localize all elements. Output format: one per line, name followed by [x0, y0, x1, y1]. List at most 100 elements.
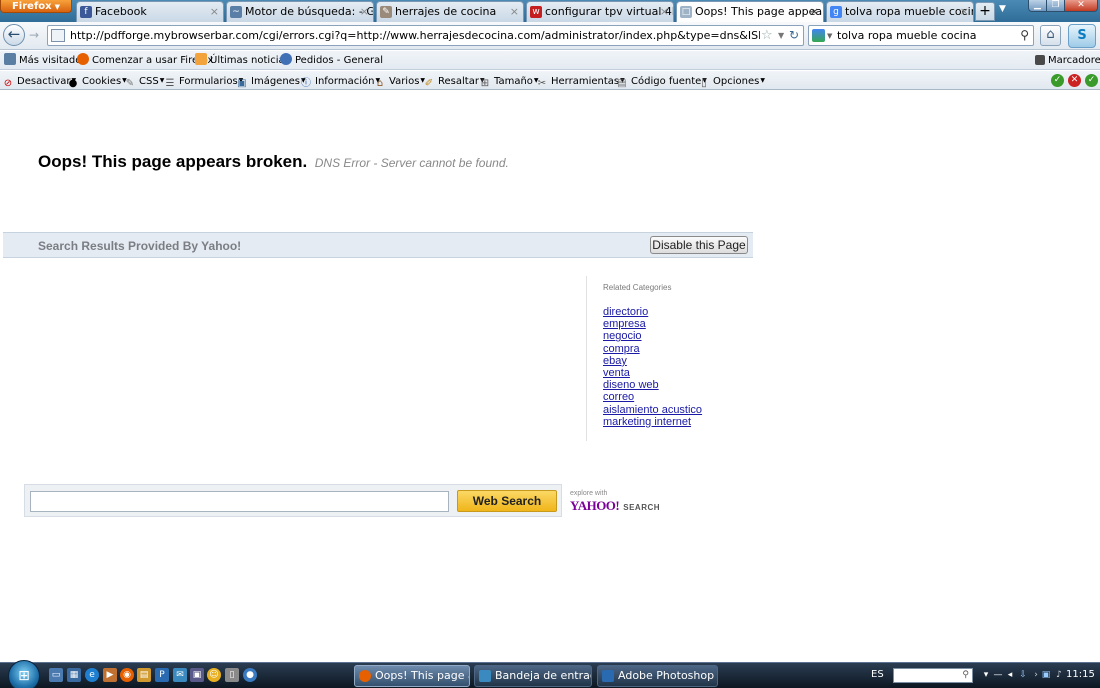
bookmark-pedidos-general[interactable]: Pedidos - General [280, 51, 383, 70]
search-icon[interactable]: ⚲ [962, 669, 969, 682]
forward-button[interactable]: → [26, 28, 42, 43]
show-desktop-icon[interactable]: ▭ [49, 668, 63, 682]
back-button[interactable]: ← [3, 24, 25, 46]
close-icon[interactable]: × [360, 2, 369, 22]
taskbar-item-outlook[interactable]: Bandeja de entrada ... [474, 665, 592, 687]
close-icon[interactable]: × [960, 2, 969, 22]
yahoo-search-logo[interactable]: explore with YAHOO! SEARCH [570, 489, 670, 515]
check-icon[interactable]: ✓ [1085, 74, 1098, 87]
dev-menu-label: Código fuente [631, 76, 702, 87]
form-icon: ☰ [165, 78, 175, 89]
dev-menu-imagenes[interactable]: ▣ Imágenes▼ [236, 71, 305, 90]
site-icon: w [530, 6, 542, 18]
bookmark-star-icon[interactable]: ☆ [761, 27, 773, 44]
dev-menu-resaltar[interactable]: ✐ Resaltar▼ [423, 71, 485, 90]
language-indicator[interactable]: ES [871, 668, 884, 682]
error-icon[interactable]: ✕ [1068, 74, 1081, 87]
dev-menu-formularios[interactable]: ☰ Formularios▼ [164, 71, 244, 90]
web-search-button[interactable]: Web Search [457, 490, 557, 512]
url-history-dropdown-icon[interactable]: ▼ [778, 28, 784, 44]
bookmark-mas-visitados[interactable]: Más visitados [4, 51, 87, 70]
disable-page-button[interactable]: Disable this Page [650, 236, 748, 254]
dev-menu-varios[interactable]: ⌂ Varios▼ [374, 71, 425, 90]
dev-menu-herramientas[interactable]: ✂ Herramientas▼ [536, 71, 625, 90]
search-bar[interactable]: ▼ tolva ropa mueble cocina ⚲ [808, 25, 1034, 46]
dev-menu-desactivar[interactable]: ⊘ Desactivar▼ [2, 71, 76, 90]
tab-tolva[interactable]: g tolva ropa mueble cocina -... × [826, 1, 974, 22]
dev-menu-tamano[interactable]: ⊞ Tamaño▼ [479, 71, 539, 90]
firefox-icon[interactable]: ◉ [120, 668, 134, 682]
bookmark-ultimas-noticias[interactable]: Últimas noticias [195, 51, 290, 70]
tab-motor-busqueda[interactable]: ~ Motor de búsqueda: - Goo... × [226, 1, 374, 22]
tab-facebook[interactable]: f Facebook × [76, 1, 224, 22]
search-engine-dropdown-icon[interactable]: ▼ [827, 28, 832, 44]
monitor-icon[interactable]: ▣ [190, 668, 204, 682]
bookmarks-menu[interactable]: Marcadores [1035, 51, 1100, 70]
tab-oops-active[interactable]: □ Oops! This page appears br... × [676, 1, 824, 23]
dev-menu-codigo-fuente[interactable]: ▤ Código fuente▼ [616, 71, 707, 90]
taskbar-item-firefox[interactable]: Oops! This page ap... [354, 665, 470, 687]
skype-button[interactable]: S [1068, 24, 1096, 48]
home-button[interactable]: ⌂ [1040, 25, 1061, 46]
bookmark-label: Pedidos - General [295, 55, 384, 66]
photoshop-icon[interactable]: P [155, 668, 169, 682]
search-icon[interactable]: ⚲ [1020, 26, 1029, 45]
window-minimize-button[interactable]: ▁ [1028, 0, 1047, 12]
close-icon[interactable]: × [810, 2, 819, 22]
related-link-venta[interactable]: venta [603, 367, 756, 379]
reload-icon[interactable]: ↻ [789, 27, 799, 44]
clock[interactable]: 11:15 [1066, 668, 1095, 682]
outlook-icon[interactable]: ✉ [173, 668, 187, 682]
notepad-icon[interactable]: ▯ [225, 668, 239, 682]
bookmark-label: Últimas noticias [210, 55, 290, 66]
firefox-menu-button[interactable]: Firefox ▼ [0, 0, 72, 13]
folder-icon[interactable]: ▤ [137, 668, 151, 682]
related-link-directorio[interactable]: directorio [603, 306, 756, 318]
web-search-input[interactable] [30, 491, 449, 512]
site-identity-icon[interactable] [51, 29, 65, 42]
related-link-correo[interactable]: correo [603, 391, 756, 403]
related-link-negocio[interactable]: negocio [603, 330, 756, 342]
window-maximize-button[interactable]: ❐ [1046, 0, 1065, 12]
globe-icon[interactable]: ● [243, 668, 257, 682]
close-icon[interactable]: × [210, 2, 219, 22]
related-link-diseno-web[interactable]: diseno web [603, 379, 756, 391]
google-icon[interactable] [812, 29, 825, 42]
search-input[interactable]: tolva ropa mueble cocina [837, 26, 1017, 45]
tray-arrow-icon[interactable]: ▾ [980, 669, 992, 681]
taskbar-search-input[interactable]: ⚲ [893, 668, 973, 683]
window-close-button[interactable]: ✕ [1064, 0, 1098, 12]
related-link-compra[interactable]: compra [603, 343, 756, 355]
media-player-icon[interactable]: ▶ [103, 668, 117, 682]
related-link-aislamiento-acustico[interactable]: aislamiento acustico [603, 404, 756, 416]
pencil-icon: ✎ [125, 78, 135, 89]
url-text[interactable]: http://pdfforge.mybrowserbar.com/cgi/err… [70, 26, 760, 45]
tab-configurar-tpv[interactable]: w configurar tpv virtual 4b (s... × [526, 1, 674, 22]
yahoo-search-word: SEARCH [623, 503, 661, 512]
download-icon[interactable]: ⇩ [1017, 669, 1029, 681]
new-tab-button[interactable]: + [975, 2, 995, 21]
dev-menu-cookies[interactable]: ● Cookies▼ [67, 71, 127, 90]
start-button[interactable]: ⊞ [8, 660, 40, 688]
related-link-ebay[interactable]: ebay [603, 355, 756, 367]
related-link-marketing-internet[interactable]: marketing internet [603, 416, 756, 428]
close-icon[interactable]: × [660, 2, 669, 22]
messenger-icon[interactable]: ☺ [207, 668, 221, 682]
windows-taskbar: ⊞ ▭ ▦ e ▶ ◉ ▤ P ✉ ▣ ☺ ▯ ● Oops! This pag… [0, 660, 1100, 688]
tray-expand-icon[interactable]: ◂ [1004, 669, 1016, 681]
switch-windows-icon[interactable]: ▦ [67, 668, 81, 682]
internet-explorer-icon[interactable]: e [85, 668, 99, 682]
tab-herrajes[interactable]: ✎ herrajes de cocina × [376, 1, 524, 22]
dev-menu-informacion[interactable]: ⓘ Información▼ [300, 71, 380, 90]
volume-icon[interactable]: ♪ [1053, 669, 1065, 681]
tab-list-chevron-icon[interactable]: ▼ [999, 4, 1006, 14]
network-icon[interactable]: ▣ [1040, 669, 1052, 681]
dev-menu-opciones[interactable]: ▯ Opciones▼ [698, 71, 765, 90]
close-icon[interactable]: × [510, 2, 519, 22]
check-icon[interactable]: ✓ [1051, 74, 1064, 87]
url-bar[interactable]: http://pdfforge.mybrowserbar.com/cgi/err… [47, 25, 804, 46]
taskbar-item-photoshop[interactable]: Adobe Photoshop [597, 665, 718, 687]
dev-menu-css[interactable]: ✎ CSS▼ [124, 71, 165, 90]
bookmark-comenzar-firefox[interactable]: Comenzar a usar Firefox [77, 51, 213, 70]
related-link-empresa[interactable]: empresa [603, 318, 756, 330]
